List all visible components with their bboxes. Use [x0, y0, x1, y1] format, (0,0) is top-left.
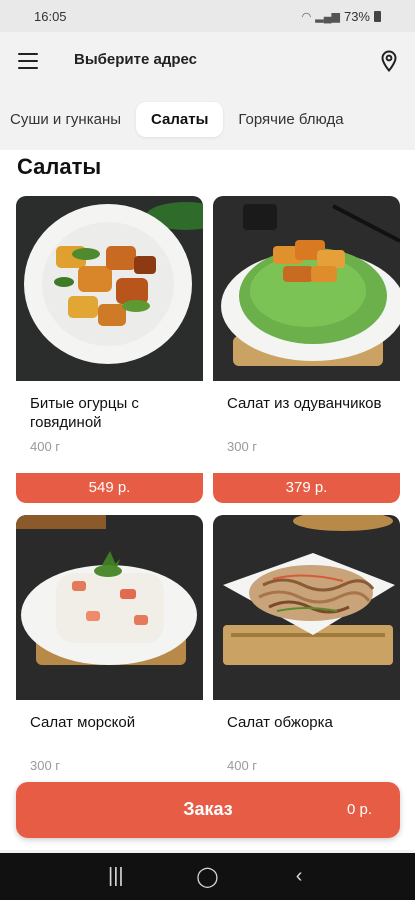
recent-apps-icon[interactable]: |||: [96, 865, 136, 888]
tab-sushi[interactable]: Суши и гунканы: [0, 102, 136, 137]
order-button[interactable]: Заказ 0 р.: [16, 782, 400, 838]
product-name: Салат из одуванчиков: [227, 395, 382, 412]
battery-percent: 73%: [343, 8, 370, 24]
product-name: Битые огурцы с говядиной: [30, 395, 139, 431]
order-total: 0 р.: [346, 801, 372, 818]
battery-icon: [374, 10, 381, 22]
status-indicators: ◠ ▂▄▆ 73%: [302, 9, 381, 24]
product-image: [16, 515, 203, 700]
wifi-icon: ◠: [301, 10, 312, 23]
product-weight: 400 г: [227, 758, 258, 773]
app-header: Выберите адрес: [0, 32, 415, 90]
product-card[interactable]: Салат из одуванчиков 300 г 379 р.: [213, 196, 400, 503]
order-label: Заказ: [183, 799, 233, 819]
signal-icon: ▂▄▆: [315, 10, 340, 23]
product-name: Салат обжорка: [227, 714, 333, 731]
back-icon[interactable]: ‹: [279, 865, 319, 888]
location-pin-icon[interactable]: [377, 49, 401, 73]
price-button[interactable]: 379 р.: [213, 473, 400, 503]
category-tabs: Суши и гунканы Салаты Горячие блюда: [0, 96, 415, 142]
tab-hot-dishes[interactable]: Горячие блюда: [223, 102, 358, 137]
product-list: Салаты Битые огурцы с говядиной 400 г 54…: [0, 150, 415, 850]
system-nav-bar: ||| ◯ ‹: [0, 853, 415, 900]
product-weight: 300 г: [227, 439, 258, 454]
section-title: Салаты: [17, 154, 102, 179]
status-time: 16:05: [34, 8, 67, 24]
status-bar: 16:05 ◠ ▂▄▆ 73%: [0, 0, 415, 32]
product-weight: 300 г: [30, 758, 61, 773]
product-weight: 400 г: [30, 439, 61, 454]
menu-icon[interactable]: [18, 53, 38, 69]
product-image: [16, 196, 203, 381]
product-card[interactable]: Битые огурцы с говядиной 400 г 549 р.: [16, 196, 203, 503]
address-selector[interactable]: Выберите адрес: [74, 51, 197, 68]
price-button[interactable]: 549 р.: [16, 473, 203, 503]
home-icon[interactable]: ◯: [187, 864, 227, 889]
product-image: [213, 515, 400, 700]
tab-salads[interactable]: Салаты: [136, 101, 224, 137]
product-image: [213, 196, 400, 381]
product-name: Салат морской: [30, 714, 136, 731]
